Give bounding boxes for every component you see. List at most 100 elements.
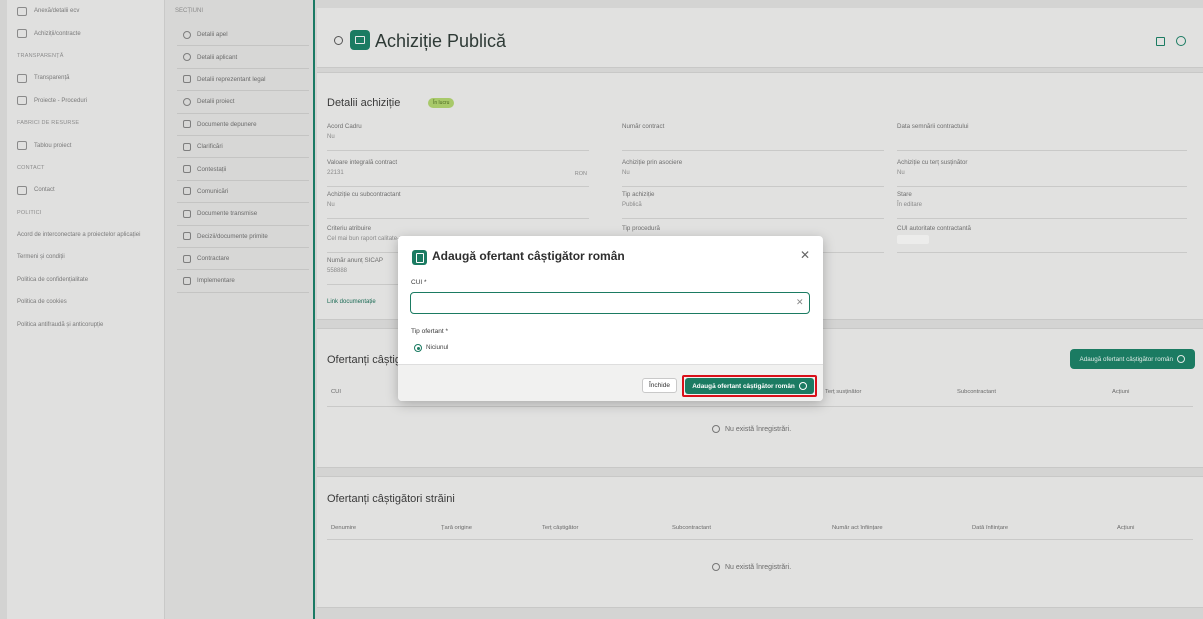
empty-state-text: Nu există înregistrări.	[725, 425, 792, 433]
nav-item-label: Transparență	[34, 75, 70, 82]
column-header: Acțiuni	[1117, 525, 1135, 531]
detail-field: Acord Cadru Nu	[327, 123, 589, 151]
section-item-label: Comunicări	[197, 187, 229, 195]
nav-item-label: TRANSPARENȚĂ	[17, 52, 64, 59]
submit-button-label: Adaugă ofertant câștigător român	[692, 382, 795, 390]
modal-title: Adaugă ofertant câștigător român	[432, 249, 625, 263]
detail-field: Valoare integrală contract 22131 RON	[327, 159, 589, 187]
submit-add-winner-button[interactable]: Adaugă ofertant câștigător român	[685, 378, 814, 394]
nav-section-header: FABRICI DE RESURSE	[7, 112, 164, 134]
back-icon[interactable]	[334, 36, 343, 45]
nav-item[interactable]: Acord de interconectare a proiectelor ap…	[7, 224, 164, 246]
nav-item-label: FABRICI DE RESURSE	[17, 120, 80, 127]
info-icon	[183, 30, 191, 39]
info-icon	[712, 563, 720, 571]
field-value: Nu	[327, 202, 335, 208]
question-icon	[183, 142, 191, 151]
nav-item-label: Termeni și condiții	[17, 254, 65, 261]
field-label: Achiziție prin asociere	[622, 159, 683, 166]
section-item[interactable]: Detalii reprezentant legal	[165, 69, 313, 90]
table-header-divider	[327, 406, 1193, 407]
nav-item-label: Acord de interconectare a proiectelor ap…	[17, 232, 141, 239]
id-card-icon	[183, 75, 191, 84]
nav-item-label: Anexă/detalii ecv	[34, 8, 80, 15]
clear-input-icon[interactable]: ✕	[796, 297, 804, 308]
detail-field: Stare În editare	[897, 191, 1187, 219]
exit-icon[interactable]	[1176, 36, 1186, 46]
nav-item[interactable]: Proiecte - Proceduri	[7, 90, 164, 112]
foreign-winners-panel: Ofertanți câștigători străini Denumire Ț…	[317, 476, 1203, 608]
nav-section-header: CONTACT	[7, 157, 164, 179]
section-item[interactable]: Documente transmise	[165, 203, 313, 224]
field-label: Număr contract	[622, 123, 665, 130]
field-label: CUI autoritate contractantă	[897, 225, 971, 232]
nav-section-header: POLITICI	[7, 202, 164, 224]
section-item-label: Documente transmise	[197, 210, 258, 218]
close-button[interactable]: Închide	[642, 378, 677, 393]
section-item[interactable]: Clarificări	[165, 136, 313, 157]
nav-item-label: Contact	[34, 187, 55, 194]
section-item-label: Decizii/documente primite	[197, 232, 268, 240]
plus-circle-icon	[1177, 355, 1185, 363]
section-item[interactable]: Comunicări	[165, 181, 313, 202]
page-header: Achiziție Publică	[317, 8, 1203, 68]
field-label: Valoare integrală contract	[327, 159, 398, 166]
edit-icon[interactable]	[1156, 37, 1165, 46]
sections-header: SECȚIUNI	[175, 8, 204, 14]
section-item[interactable]: Documente depunere	[165, 114, 313, 135]
nav-item-icon	[17, 185, 27, 195]
nav-item[interactable]: Tablou proiect	[7, 134, 164, 156]
radio-none[interactable]	[414, 344, 422, 352]
add-winner-modal: Adaugă ofertant câștigător român ✕ CUI *…	[398, 236, 823, 401]
column-header: CUI	[331, 389, 341, 395]
nav-item-label: Proiecte - Proceduri	[34, 97, 88, 104]
nav-item[interactable]: Termeni și condiții	[7, 246, 164, 268]
empty-state: Nu există înregistrări.	[712, 425, 791, 433]
section-item-label: Detalii reprezentant legal	[197, 75, 266, 83]
nav-item[interactable]: Contact	[7, 179, 164, 201]
add-romanian-winner-button[interactable]: Adaugă ofertant câștigător român	[1069, 349, 1195, 369]
documentation-link[interactable]: Link documentație	[327, 299, 376, 305]
nav-item[interactable]: Politica antifraudă și anticorupție	[7, 313, 164, 335]
nav-item[interactable]: Anexă/detalii ecv	[7, 0, 164, 22]
section-item[interactable]: Detalii proiect	[165, 91, 313, 112]
nav-section-header: TRANSPARENȚĂ	[7, 45, 164, 67]
cui-input[interactable]	[410, 292, 810, 314]
column-header: Număr act înființare	[832, 525, 883, 531]
close-icon[interactable]: ✕	[800, 249, 810, 261]
section-item[interactable]: Detalii aplicant	[165, 46, 313, 67]
field-value: În editare	[897, 202, 923, 208]
redacted-value	[897, 235, 929, 244]
section-item[interactable]: Contestații	[165, 158, 313, 179]
field-value: Nu	[622, 170, 630, 176]
nav-item[interactable]: Achiziții/contracte	[7, 22, 164, 44]
section-item[interactable]: Implementare	[165, 270, 313, 291]
section-item-label: Detalii apel	[197, 31, 228, 39]
section-item-label: Contestații	[197, 165, 227, 173]
section-item[interactable]: Detalii apel	[165, 24, 313, 45]
field-label: Criteriu atribuire	[327, 225, 372, 232]
chat-icon	[183, 187, 191, 196]
detail-field: Tip achiziție Publică	[622, 191, 884, 219]
column-header: Denumire	[331, 525, 357, 531]
foreign-winners-title: Ofertanți câștigători străini	[327, 493, 455, 505]
table-header-divider	[327, 539, 1193, 540]
nav-item[interactable]: Politica de confidențialitate	[7, 269, 164, 291]
field-label: Tip achiziție	[622, 191, 655, 198]
sections-sidebar: SECȚIUNI Detalii apel Detalii aplicant Det…	[165, 0, 315, 619]
section-item[interactable]: Contractare	[165, 248, 313, 269]
field-label: Tip procedură	[622, 225, 660, 232]
info-icon	[712, 425, 720, 433]
detail-field: Achiziție cu terț susținător Nu	[897, 159, 1187, 187]
column-header: Acțiuni	[1112, 389, 1130, 395]
contract-icon	[183, 254, 191, 263]
nav-item[interactable]: Transparență	[7, 67, 164, 89]
nav-item-label: Achiziții/contracte	[34, 30, 81, 37]
nav-item[interactable]: Politica de cookies	[7, 291, 164, 313]
section-item[interactable]: Decizii/documente primite	[165, 226, 313, 247]
empty-state-text: Nu există înregistrări.	[725, 563, 792, 571]
radio-none-label[interactable]: Niciunul	[426, 344, 448, 351]
nav-item-icon	[17, 6, 27, 16]
nav-item-label: Politica antifraudă și anticorupție	[17, 321, 104, 328]
field-value: Nu	[897, 170, 905, 176]
